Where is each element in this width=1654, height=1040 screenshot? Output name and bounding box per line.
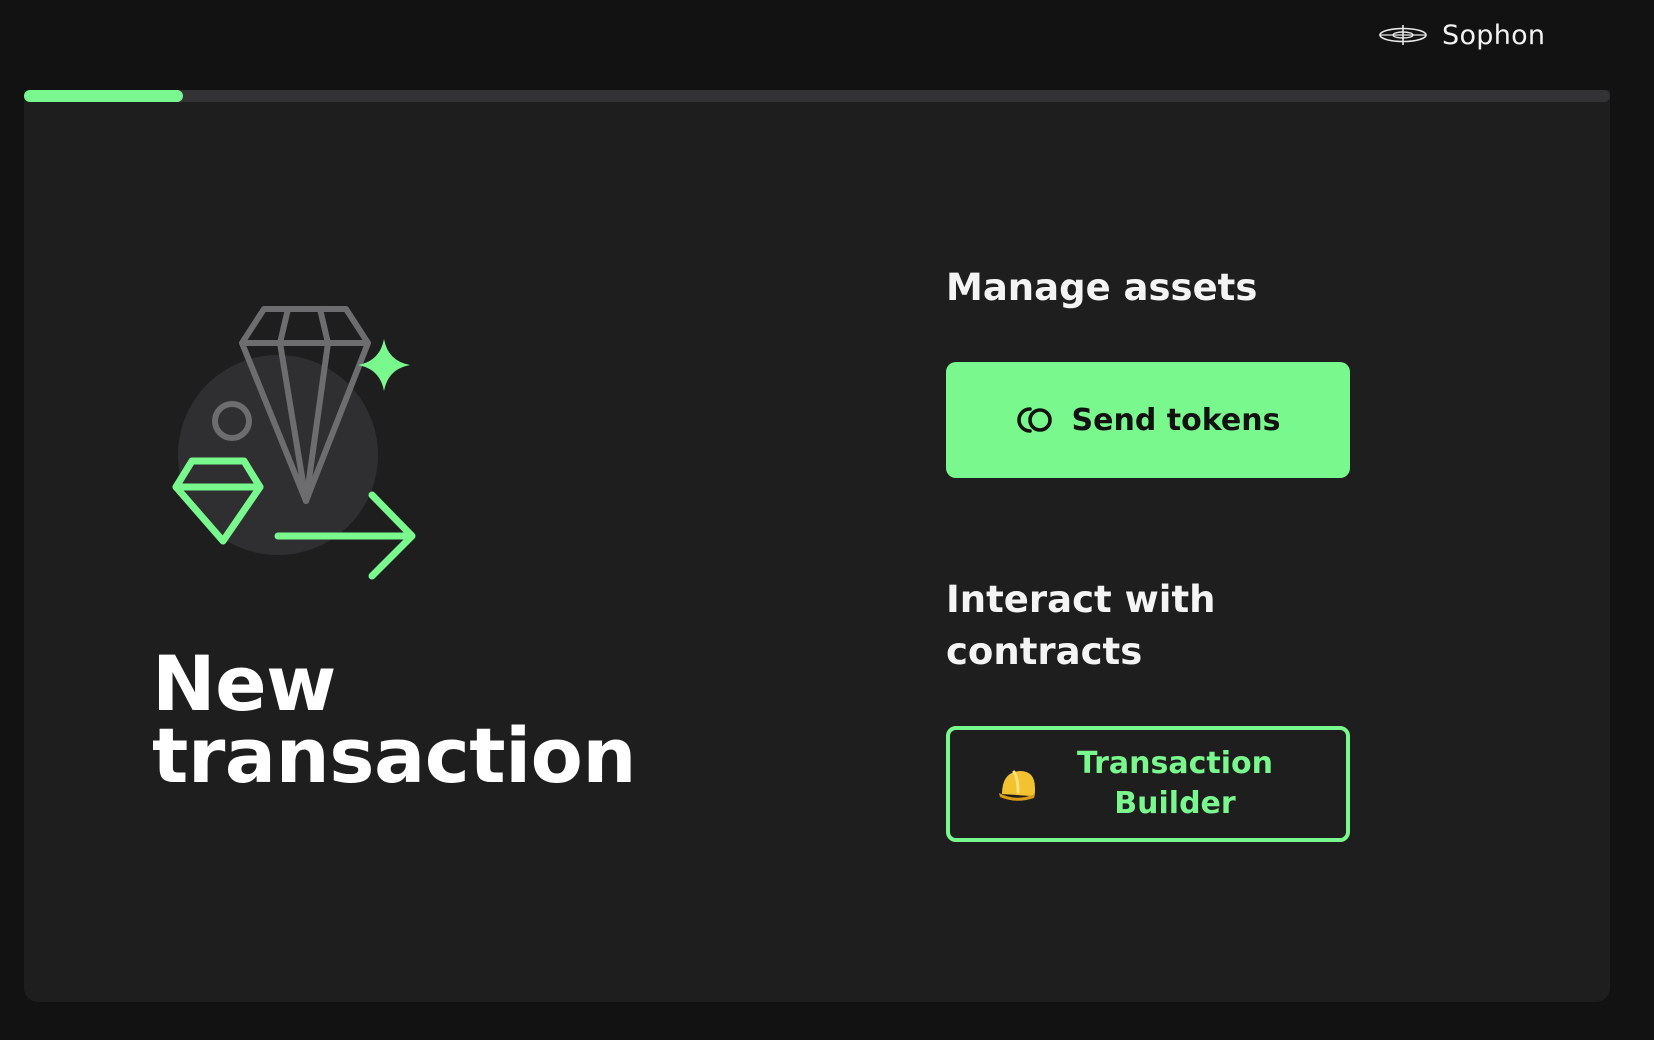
transaction-builder-label: Transaction Builder <box>1038 744 1346 824</box>
top-bar: Sophon <box>0 0 1654 90</box>
coins-icon <box>1016 407 1052 433</box>
interact-contracts-heading: Interact with contracts <box>946 578 1216 673</box>
helmet-icon <box>999 770 1035 801</box>
page-title-line2: transaction <box>152 711 636 800</box>
progress-fill <box>24 90 183 102</box>
network-selector[interactable]: Sophon <box>1378 16 1545 54</box>
transaction-builder-label-line1: Transaction <box>1076 746 1274 781</box>
send-tokens-button[interactable]: Send tokens <box>946 362 1350 478</box>
send-tokens-label: Send tokens <box>1071 402 1281 438</box>
sophon-logo-icon <box>1379 25 1427 45</box>
page-title: New transaction <box>152 646 636 794</box>
transaction-builder-button[interactable]: Transaction Builder <box>946 726 1350 842</box>
diamond-transfer-illustration <box>168 305 428 585</box>
manage-assets-heading: Manage assets <box>946 266 1258 309</box>
network-label: Sophon <box>1442 19 1546 51</box>
transaction-builder-label-line2: Builder <box>1114 786 1236 821</box>
progress-bar <box>24 90 1610 102</box>
